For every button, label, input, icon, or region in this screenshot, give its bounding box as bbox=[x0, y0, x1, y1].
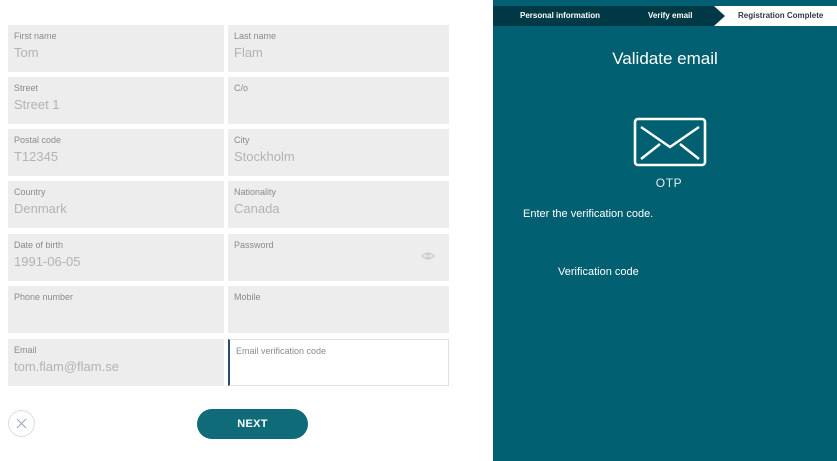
field-label: Date of birth bbox=[14, 240, 64, 250]
nationality-field[interactable]: Nationality Canada bbox=[228, 181, 449, 228]
step-personal-information: Personal information bbox=[520, 11, 601, 20]
date-of-birth-field[interactable]: Date of birth 1991-06-05 bbox=[8, 234, 224, 281]
field-label: First name bbox=[14, 31, 57, 41]
progress-steps: Personal information Verify email Regist… bbox=[493, 6, 837, 26]
close-icon bbox=[16, 418, 27, 429]
field-label: Phone number bbox=[14, 292, 74, 302]
field-label: Nationality bbox=[234, 187, 277, 197]
field-value: 1991-06-05 bbox=[14, 254, 81, 269]
city-field[interactable]: City Stockholm bbox=[228, 129, 449, 176]
envelope-icon bbox=[633, 117, 707, 167]
next-button[interactable]: NEXT bbox=[197, 409, 308, 439]
verification-code-label: Verification code bbox=[558, 266, 639, 278]
verification-panel: Personal information Verify email Regist… bbox=[493, 0, 837, 461]
co-field[interactable]: C/o bbox=[228, 77, 449, 124]
instruction-text: Enter the verification code. bbox=[523, 208, 654, 220]
country-field[interactable]: Country Denmark bbox=[8, 181, 224, 228]
otp-label: OTP bbox=[655, 176, 683, 190]
password-field[interactable]: Password bbox=[228, 234, 449, 281]
field-label: Email bbox=[14, 345, 37, 355]
street-field[interactable]: Street Street 1 bbox=[8, 77, 224, 124]
last-name-field[interactable]: Last name Flam bbox=[228, 25, 449, 72]
field-value: tom.flam@flam.se bbox=[14, 359, 119, 374]
field-label: Street bbox=[14, 83, 39, 93]
field-label: Country bbox=[14, 187, 46, 197]
field-value: Street 1 bbox=[14, 97, 60, 112]
step-registration-complete: Registration Complete bbox=[738, 11, 824, 20]
field-label: Last name bbox=[234, 31, 277, 41]
step-verify-email: Verify email bbox=[648, 11, 693, 20]
field-label: Email verification code bbox=[236, 346, 327, 356]
field-value: Canada bbox=[234, 201, 280, 216]
panel-title: Validate email bbox=[612, 49, 718, 68]
first-name-field[interactable]: First name Tom bbox=[8, 25, 224, 72]
postal-code-field[interactable]: Postal code T12345 bbox=[8, 129, 224, 176]
field-label: Password bbox=[234, 240, 274, 250]
field-label: C/o bbox=[234, 83, 249, 93]
field-value: T12345 bbox=[14, 149, 59, 164]
field-value: Denmark bbox=[14, 201, 67, 216]
field-label: Postal code bbox=[14, 135, 62, 145]
field-value: Stockholm bbox=[234, 149, 295, 164]
field-value: Tom bbox=[14, 45, 39, 60]
cancel-button[interactable] bbox=[8, 410, 35, 437]
field-label: Mobile bbox=[234, 292, 261, 302]
eye-icon[interactable] bbox=[421, 251, 435, 261]
field-label: City bbox=[234, 135, 250, 145]
mobile-field[interactable]: Mobile bbox=[228, 286, 449, 333]
email-verification-code-field[interactable]: Email verification code bbox=[228, 339, 449, 386]
email-field[interactable]: Email tom.flam@flam.se bbox=[8, 339, 224, 386]
field-value: Flam bbox=[234, 45, 263, 60]
phone-number-field[interactable]: Phone number bbox=[8, 286, 224, 333]
